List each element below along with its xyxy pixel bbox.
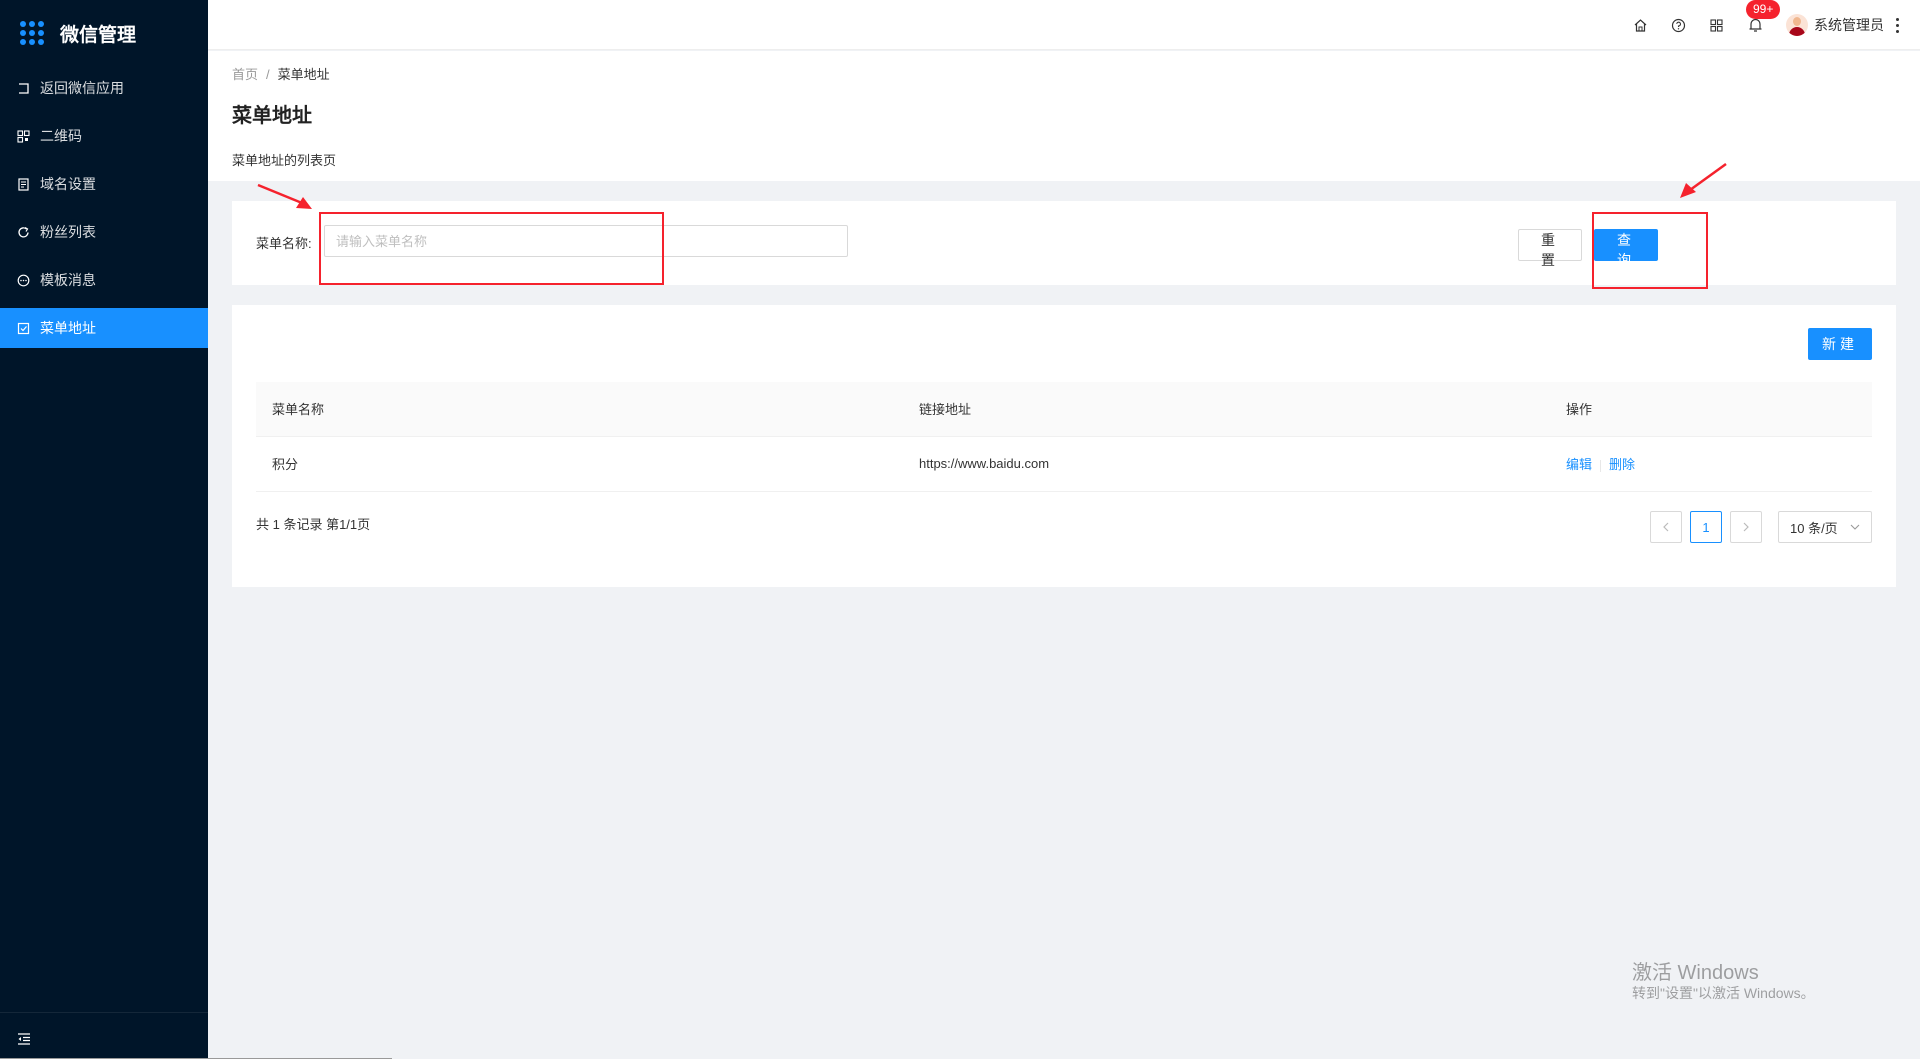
page-size-value: 10 条/页 xyxy=(1790,520,1838,536)
windows-activation-title: 激活 Windows xyxy=(1632,962,1759,984)
edit-link[interactable]: 编辑 xyxy=(1566,457,1592,472)
chevron-left-icon xyxy=(1663,522,1669,532)
home-icon[interactable] xyxy=(1632,17,1648,33)
annotation-box-query xyxy=(1592,212,1708,289)
menu-name-label: 菜单名称: xyxy=(256,236,312,251)
app-title: 微信管理 xyxy=(60,24,137,46)
sidebar-item-label: 域名设置 xyxy=(40,176,96,192)
qrcode-icon xyxy=(16,129,30,143)
reset-button[interactable]: 重置 xyxy=(1518,229,1582,268)
table-header-row: 菜单名称 链接地址 操作 xyxy=(256,382,1872,437)
checkbox-icon xyxy=(16,321,30,335)
breadcrumb: 首页 / 菜单地址 xyxy=(232,64,1896,83)
page-size-select[interactable]: 10 条/页 xyxy=(1778,511,1872,543)
sidebar-item-domain[interactable]: 域名设置 xyxy=(0,164,208,204)
menu-table-card: 新建 菜单名称 链接地址 操作 积分 https://www.baidu.com… xyxy=(232,305,1896,587)
sidebar-item-menu-url[interactable]: 菜单地址 xyxy=(0,308,208,348)
breadcrumb-separator: / xyxy=(266,67,270,82)
page-description: 菜单地址的列表页 xyxy=(232,153,337,168)
action-divider xyxy=(1600,459,1602,472)
sidebar-item-return[interactable]: 返回微信应用 xyxy=(0,68,208,108)
annotation-box-input xyxy=(319,212,664,285)
windows-activation-hint: 转到"设置"以激活 Windows。 xyxy=(1632,985,1815,1001)
user-menu[interactable]: 系统管理员 xyxy=(1786,14,1884,36)
sidebar-item-template[interactable]: 模板消息 xyxy=(0,260,208,300)
total-records: 共 1 条记录 第1/1页 xyxy=(256,517,371,532)
collapse-menu-icon[interactable] xyxy=(16,1031,32,1047)
app-logo[interactable]: 微信管理 xyxy=(0,0,208,66)
top-header: 99+ 系统管理员 xyxy=(208,0,1920,50)
delete-link[interactable]: 删除 xyxy=(1609,457,1635,472)
table-row: 积分 https://www.baidu.com 编辑 删除 xyxy=(256,436,1872,492)
column-header-name: 菜单名称 xyxy=(256,382,903,437)
pagination: 1 10 条/页 xyxy=(1642,511,1872,543)
column-header-url: 链接地址 xyxy=(903,382,1550,437)
breadcrumb-current: 菜单地址 xyxy=(277,67,330,82)
bell-icon xyxy=(1749,18,1762,32)
sidebar-item-label: 模板消息 xyxy=(40,272,96,288)
document-icon xyxy=(16,177,30,191)
notification-badge: 99+ xyxy=(1746,0,1781,19)
return-icon xyxy=(16,81,30,95)
help-icon[interactable] xyxy=(1670,17,1686,33)
more-vertical-icon[interactable] xyxy=(1896,17,1900,33)
sidebar-item-label: 粉丝列表 xyxy=(40,224,96,240)
column-header-actions: 操作 xyxy=(1550,382,1872,437)
sidebar-item-label: 二维码 xyxy=(40,128,82,144)
sidebar-item-fans[interactable]: 粉丝列表 xyxy=(0,212,208,252)
notification-bell[interactable]: 99+ xyxy=(1746,0,1781,33)
sidebar-item-qrcode[interactable]: 二维码 xyxy=(0,116,208,156)
next-page-button[interactable] xyxy=(1730,511,1762,543)
avatar xyxy=(1786,14,1808,36)
app-grid-icon xyxy=(20,21,44,45)
annotation-arrow-right xyxy=(1680,162,1727,198)
new-button[interactable]: 新建 xyxy=(1808,328,1872,360)
sidebar-item-label: 返回微信应用 xyxy=(40,80,124,96)
sidebar: 微信管理 返回微信应用 二维码 域名设置 粉丝列表 模板消息 菜单地址 xyxy=(0,0,208,1059)
page-button-current[interactable]: 1 xyxy=(1690,511,1722,543)
username: 系统管理员 xyxy=(1814,17,1884,33)
apps-icon[interactable] xyxy=(1708,17,1724,33)
chevron-right-icon xyxy=(1743,522,1749,532)
sidebar-divider xyxy=(0,1012,208,1013)
refresh-icon xyxy=(16,225,30,239)
breadcrumb-home[interactable]: 首页 xyxy=(232,67,258,82)
message-icon xyxy=(16,273,30,287)
cell-link-url: https://www.baidu.com xyxy=(903,436,1550,492)
annotation-arrow-left xyxy=(257,183,312,209)
cell-menu-name: 积分 xyxy=(256,436,903,492)
page-header: 首页 / 菜单地址 菜单地址 菜单地址的列表页 xyxy=(208,51,1920,181)
cell-actions: 编辑 删除 xyxy=(1550,436,1872,492)
menu-table: 菜单名称 链接地址 操作 积分 https://www.baidu.com 编辑… xyxy=(256,382,1872,492)
page-title: 菜单地址 xyxy=(232,105,312,127)
prev-page-button[interactable] xyxy=(1650,511,1682,543)
chevron-down-icon xyxy=(1850,524,1860,530)
sidebar-item-label: 菜单地址 xyxy=(40,320,96,336)
